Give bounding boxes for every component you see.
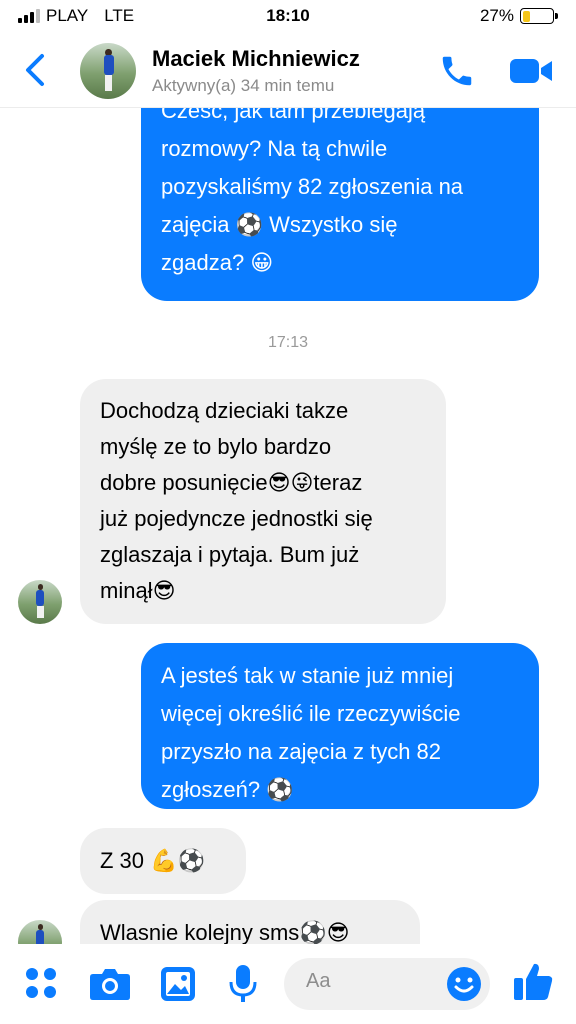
message-line: Czesc, jak tam przebiegają — [161, 108, 426, 123]
microphone-icon[interactable] — [228, 964, 258, 1004]
contact-name[interactable]: Maciek Michniewicz — [152, 46, 360, 72]
chat-header: Maciek Michniewicz Aktywny(a) 34 min tem… — [0, 34, 576, 108]
message-bubble-incoming[interactable]: Dochodzą dzieciaki takze myślę ze to byl… — [80, 379, 446, 624]
message-bubble-incoming[interactable]: Z 30 💪⚽ — [80, 828, 246, 894]
message-input[interactable] — [306, 970, 446, 993]
video-call-icon[interactable] — [509, 56, 553, 86]
sender-avatar[interactable] — [18, 580, 62, 624]
message-line: rozmowy? Na tą chwile — [161, 136, 388, 161]
menu-dots-icon[interactable] — [24, 966, 58, 1000]
message-line: pozyskaliśmy 82 zgłoszenia na — [161, 174, 464, 199]
message-list[interactable]: Czesc, jak tam przebiegają rozmowy? Na t… — [0, 108, 576, 944]
message-line: zgadza? 😀 — [161, 250, 274, 275]
back-chevron-icon[interactable] — [22, 52, 50, 88]
message-bubble-outgoing[interactable]: A jesteś tak w stanie już mniej więcej o… — [141, 643, 539, 809]
message-line: A jesteś tak w stanie już mniej — [161, 663, 454, 688]
sender-avatar[interactable] — [18, 920, 62, 944]
message-line: Z 30 💪⚽ — [100, 848, 205, 873]
message-timestamp: 17:13 — [267, 334, 309, 351]
message-line: już pojedyncze jednostki się — [100, 506, 373, 531]
message-line: przyszło na zajęcia z tych 82 — [161, 739, 442, 764]
message-line: Wlasnie kolejny sms⚽😎 — [100, 920, 350, 944]
message-bubble-outgoing[interactable]: Czesc, jak tam przebiegają rozmowy? Na t… — [141, 108, 539, 301]
message-line: dobre posunięcie😎😜teraz — [100, 470, 363, 495]
battery-icon — [520, 8, 558, 24]
gallery-icon[interactable] — [160, 966, 196, 1002]
like-icon[interactable] — [512, 960, 554, 1002]
message-line: zglaszaja i pytaja. Bum już — [100, 542, 360, 567]
contact-avatar[interactable] — [80, 43, 136, 99]
contact-presence: Aktywny(a) 34 min temu — [152, 76, 335, 95]
message-line: Dochodzą dzieciaki takze — [100, 398, 349, 423]
composer-toolbar — [0, 944, 576, 1024]
battery-percent: 27% — [479, 6, 514, 25]
status-bar: PLAY LTE 18:10 27% — [0, 0, 576, 34]
message-composer[interactable] — [284, 958, 490, 1010]
message-line: myślę ze to bylo bardzo — [100, 434, 332, 459]
phone-icon[interactable] — [438, 52, 476, 90]
status-right: 27% — [479, 6, 558, 26]
message-bubble-incoming[interactable]: Wlasnie kolejny sms⚽😎 — [80, 900, 420, 944]
message-line: minął😎 — [100, 578, 176, 603]
camera-icon[interactable] — [89, 966, 131, 1002]
message-line: zgłoszeń? ⚽ — [161, 777, 294, 802]
message-line: więcej określić ile rzeczywiście — [161, 701, 461, 726]
message-line: zajęcia ⚽ Wszystko się — [161, 212, 398, 237]
emoji-icon[interactable] — [446, 966, 482, 1002]
